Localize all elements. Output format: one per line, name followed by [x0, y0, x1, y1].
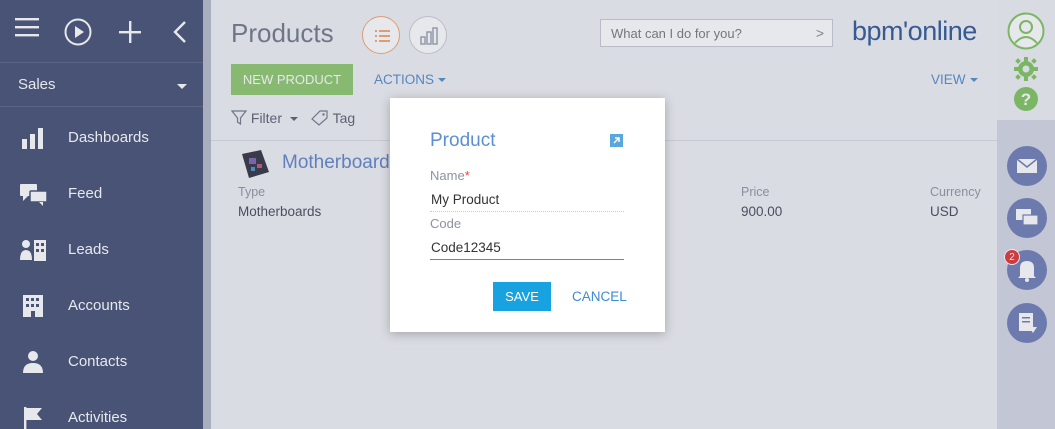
search-input[interactable]	[601, 20, 801, 46]
new-product-button[interactable]: NEW PRODUCT	[231, 64, 353, 95]
play-icon[interactable]	[64, 18, 92, 51]
currency-label: Currency	[930, 185, 981, 199]
price-value: 900.00	[741, 204, 783, 219]
collapse-chevron-icon[interactable]	[172, 20, 188, 49]
sidebar-item-label: Activities	[68, 409, 128, 426]
name-field[interactable]	[430, 188, 624, 212]
left-sidebar: Sales Dashboards Feed Leads Accounts Con…	[0, 0, 203, 429]
sidebar-toolbar	[0, 0, 203, 63]
product-modal: Product Name* Code SAVE CANCEL	[390, 98, 665, 332]
filter-button[interactable]: Filter	[230, 110, 298, 126]
sidebar-item-activities[interactable]: Activities	[0, 390, 203, 429]
sidebar-item-label: Contacts	[68, 353, 128, 370]
modal-title: Product	[430, 130, 496, 151]
workplace-selector[interactable]: Sales	[0, 63, 203, 107]
bar-chart-icon	[20, 126, 46, 150]
sidebar-item-label: Leads	[68, 241, 109, 258]
open-full-card-icon[interactable]	[610, 134, 623, 147]
svg-text:?: ?	[1021, 90, 1031, 109]
leads-icon	[20, 238, 46, 262]
actions-menu[interactable]: ACTIONS	[374, 72, 447, 87]
code-field[interactable]	[430, 236, 624, 260]
view-menu[interactable]: VIEW	[931, 72, 978, 87]
page-title: Products	[231, 18, 334, 48]
profile-icon[interactable]	[1007, 12, 1045, 50]
chat-bubbles-icon	[20, 182, 48, 206]
workplace-label: Sales	[18, 76, 56, 93]
chevron-down-icon	[969, 78, 978, 83]
tag-button[interactable]: Tag	[311, 110, 355, 126]
sidebar-item-label: Dashboards	[68, 129, 149, 146]
menu-icon[interactable]	[15, 16, 39, 43]
chevron-down-icon	[438, 78, 447, 83]
code-label: Code	[430, 216, 462, 231]
tag-icon	[311, 110, 328, 126]
chevron-down-icon	[289, 117, 298, 122]
person-icon	[20, 350, 46, 374]
sidebar-item-leads[interactable]: Leads	[0, 222, 203, 278]
cancel-button[interactable]: CANCEL	[572, 289, 627, 304]
add-icon[interactable]	[118, 20, 142, 49]
sidebar-item-label: Feed	[68, 185, 103, 202]
product-name-link[interactable]: Motherboards	[282, 152, 399, 174]
required-mark: *	[464, 168, 470, 183]
name-label-text: Name	[430, 168, 465, 183]
envelope-icon	[1016, 158, 1038, 173]
profile-area: ?	[997, 0, 1055, 120]
gear-icon[interactable]	[1013, 56, 1039, 82]
list-icon	[375, 30, 390, 42]
notification-count-badge: 2	[1004, 249, 1020, 265]
sidebar-item-label: Accounts	[68, 297, 130, 314]
logo: bpm'online	[852, 16, 977, 46]
filter-label: Filter	[250, 110, 283, 126]
name-label: Name*	[430, 168, 470, 183]
currency-value: USD	[930, 204, 959, 219]
flag-icon	[20, 406, 46, 429]
chat-bubbles-icon	[1016, 209, 1039, 226]
product-image	[239, 150, 271, 178]
building-icon	[20, 294, 46, 318]
help-icon[interactable]: ?	[1013, 86, 1039, 112]
sidebar-item-feed[interactable]: Feed	[0, 166, 203, 222]
right-communication-panel: ?	[997, 0, 1055, 429]
filter-icon	[230, 110, 248, 126]
bar-chart-icon	[420, 27, 438, 45]
type-value: Motherboards	[238, 204, 322, 219]
view-label: VIEW	[931, 72, 966, 87]
feed-button[interactable]	[1007, 198, 1047, 238]
chevron-down-icon	[177, 84, 187, 89]
sidebar-item-dashboards[interactable]: Dashboards	[0, 110, 203, 166]
tag-label: Tag	[332, 110, 356, 126]
save-button[interactable]: SAVE	[493, 282, 551, 311]
command-line[interactable]: >	[600, 19, 833, 47]
sidebar-item-accounts[interactable]: Accounts	[0, 278, 203, 334]
email-button[interactable]	[1007, 146, 1047, 186]
document-icon	[1019, 313, 1037, 333]
analytics-view-button[interactable]	[409, 16, 447, 54]
sidebar-item-contacts[interactable]: Contacts	[0, 334, 203, 390]
type-label: Type	[238, 185, 266, 199]
chevron-right-icon[interactable]: >	[816, 25, 824, 41]
process-button[interactable]	[1007, 303, 1047, 343]
price-label: Price	[741, 185, 770, 199]
actions-label: ACTIONS	[374, 72, 435, 87]
list-view-button[interactable]	[362, 16, 400, 54]
